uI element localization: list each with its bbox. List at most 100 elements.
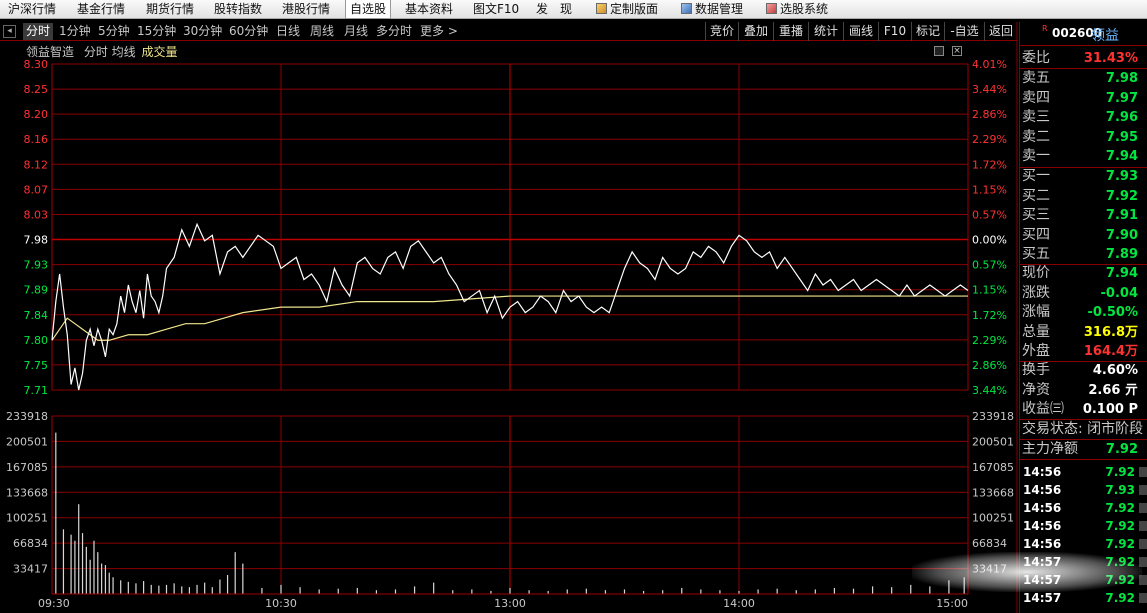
ask-row[interactable]: 卖五 7.98 — [1020, 69, 1147, 88]
time-label: 14:00 — [723, 597, 755, 610]
row-value: 4.60% — [1092, 363, 1138, 378]
pct-axis-label: 2.29% — [972, 334, 1007, 347]
tick-price: 7.93 — [1105, 483, 1135, 497]
close-icon[interactable]: × — [952, 46, 962, 56]
row-label: 卖四 — [1022, 89, 1050, 106]
row-value: 316.8万 — [1083, 324, 1138, 340]
pct-axis-label: 1.72% — [972, 158, 1007, 171]
pct-axis-label: 0.57% — [972, 208, 1007, 221]
tick-flag-icon — [1139, 467, 1147, 477]
price-axis-label: 7.84 — [24, 309, 49, 322]
tick-price: 7.92 — [1105, 519, 1135, 533]
row-value: -0.04 — [1100, 285, 1138, 301]
pct-axis-label: 0.57% — [972, 259, 1007, 272]
tick-row: 14:56 7.92 — [1020, 517, 1147, 535]
row-label: 涨幅 — [1022, 304, 1050, 320]
quote-header: R 002600 领益 — [1020, 22, 1147, 46]
bid-row[interactable]: 买三 7.91 — [1020, 206, 1147, 225]
main-flow-value: 7.92 — [1105, 442, 1138, 457]
stat-row: 总量 316.8万 — [1020, 323, 1147, 342]
row-label: 总量 — [1022, 323, 1050, 340]
row-value: 7.91 — [1105, 208, 1138, 223]
row-value: -0.50% — [1087, 305, 1139, 320]
tick-flag-icon — [1139, 485, 1147, 495]
price-axis-label: 7.71 — [24, 384, 49, 397]
row-value: 7.90 — [1105, 227, 1138, 243]
stat-row: 涨跌 -0.04 — [1020, 284, 1147, 303]
stat-row: 涨幅 -0.50% — [1020, 303, 1147, 322]
main-flow-row[interactable]: 主力净额 7.92 — [1020, 440, 1147, 459]
stat-row: 现价 7.94 — [1020, 264, 1147, 283]
ask-row[interactable]: 卖三 7.96 — [1020, 108, 1147, 127]
tick-time: 14:56 — [1023, 537, 1062, 551]
ask-row[interactable]: 卖一 7.94 — [1020, 147, 1147, 166]
price-axis-label: 7.89 — [24, 284, 49, 297]
tick-time: 14:56 — [1023, 465, 1062, 479]
pct-axis-label: 1.15% — [972, 284, 1007, 297]
volume-axis-label-right: 100251 — [972, 512, 1014, 525]
row-label: 现价 — [1022, 265, 1050, 281]
r-mark: R — [1042, 24, 1048, 33]
pct-axis-label: 4.01% — [972, 58, 1007, 71]
chart-info-title: 领益智造 分时 均线 成交量 — [26, 44, 178, 60]
row-label: 净资 — [1022, 381, 1050, 398]
bid-row[interactable]: 买一 7.93 — [1020, 167, 1147, 186]
row-label: 卖二 — [1022, 128, 1050, 145]
row-value: 31.43% — [1083, 51, 1138, 66]
pct-axis-label: 0.00% — [972, 234, 1007, 247]
stat-row: 外盘 164.4万 — [1020, 342, 1147, 361]
row-label: 买五 — [1022, 246, 1050, 262]
ask-row[interactable]: 卖二 7.95 — [1020, 128, 1147, 147]
row-label: 买二 — [1022, 187, 1050, 204]
ask-row[interactable]: 卖四 7.97 — [1020, 89, 1147, 108]
price-axis-label: 7.98 — [24, 234, 49, 247]
pct-axis-label: 1.72% — [972, 309, 1007, 322]
row-value: 7.93 — [1105, 169, 1138, 184]
main-flow-label: 主力净额 — [1022, 441, 1078, 457]
row-label: 委比 — [1022, 50, 1050, 66]
row-label: 涨跌 — [1022, 284, 1050, 301]
row-label: 换手 — [1022, 362, 1050, 378]
row-value: 7.94 — [1105, 266, 1138, 281]
settings-icon[interactable] — [934, 46, 944, 56]
tick-row: 14:56 7.93 — [1020, 481, 1147, 499]
trade-status: 交易状态: 闭市阶段 — [1020, 420, 1147, 439]
tick-flag-icon — [1139, 539, 1147, 549]
volume-axis-label-right: 233918 — [972, 410, 1014, 423]
row-value: 7.95 — [1105, 129, 1138, 145]
price-axis-label: 7.75 — [24, 359, 49, 372]
pct-axis-label: 2.29% — [972, 133, 1007, 146]
intraday-chart: 8.30 4.01%8.25 3.44%8.20 2.86%8.16 2.29%8.12… — [0, 22, 1019, 613]
pct-axis-label: 3.44% — [972, 83, 1007, 96]
volume-axis-label: 133668 — [6, 486, 48, 499]
stat2-row: 收益㈢ 0.100 P — [1020, 400, 1147, 419]
price-axis-label: 7.80 — [24, 334, 49, 347]
stat2-row: 换手 4.60% — [1020, 361, 1147, 380]
row-value: 7.96 — [1105, 110, 1138, 125]
price-axis-label: 8.20 — [24, 108, 49, 121]
tick-row: 14:56 7.92 — [1020, 535, 1147, 553]
time-label: 15:00 — [936, 597, 968, 610]
row-value: 164.4万 — [1083, 344, 1138, 359]
bid-row[interactable]: 买二 7.92 — [1020, 187, 1147, 206]
volume-label[interactable]: 成交量 — [142, 45, 178, 59]
row-label: 买三 — [1022, 207, 1050, 223]
bid-row[interactable]: 买五 7.89 — [1020, 245, 1147, 264]
stat2-row: 净资 2.66 亓 — [1020, 381, 1147, 400]
trade-status-text: 交易状态: 闭市阶段 — [1022, 421, 1144, 437]
stock-short-name[interactable]: 领益 — [1091, 25, 1119, 45]
pct-axis-label: 1.15% — [972, 183, 1007, 196]
divider — [1020, 459, 1147, 460]
stock-name: 领益智造 — [26, 45, 75, 59]
volume-axis-label: 66834 — [13, 537, 48, 550]
chart-mode[interactable]: 分时 均线 — [84, 45, 136, 59]
row-value: 7.92 — [1105, 188, 1138, 204]
bid-row[interactable]: 买四 7.90 — [1020, 226, 1147, 245]
row-value: 0.100 P — [1082, 402, 1138, 417]
volume-axis-label: 33417 — [13, 563, 48, 576]
tick-row: 14:56 7.92 — [1020, 463, 1147, 481]
volume-axis-label-right: 167085 — [972, 461, 1014, 474]
tick-price: 7.92 — [1105, 537, 1135, 551]
pct-axis-label: 2.86% — [972, 359, 1007, 372]
volume-axis-label-right: 200501 — [972, 435, 1014, 448]
